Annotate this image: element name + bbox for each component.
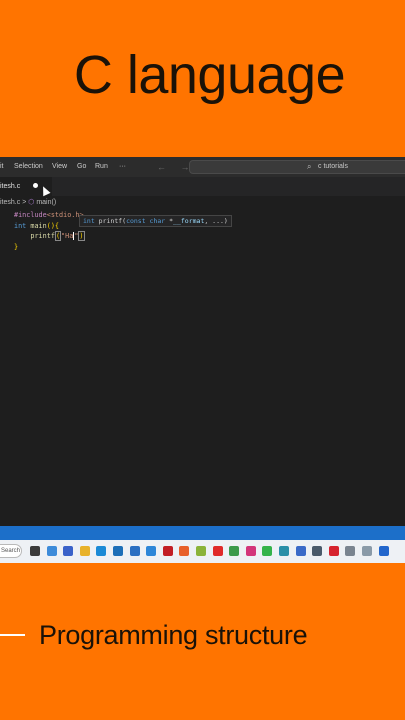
menu-go[interactable]: Go xyxy=(77,163,86,170)
menu-more[interactable]: ··· xyxy=(119,163,126,170)
search-text: c tutorials xyxy=(318,163,348,170)
hint-const: const xyxy=(126,217,146,225)
menu-run[interactable]: Run xyxy=(95,163,108,170)
mcafee-icon[interactable] xyxy=(162,546,173,556)
breadcrumb-symbol[interactable]: main() xyxy=(36,199,56,206)
firefox-icon[interactable] xyxy=(179,546,190,556)
camera-icon[interactable] xyxy=(312,546,323,556)
pin-icon[interactable] xyxy=(362,546,372,556)
youtube-icon[interactable] xyxy=(212,546,223,556)
closing-brace: } xyxy=(14,242,19,251)
breadcrumb-separator: > xyxy=(22,199,27,206)
code-line-2: int main(){ xyxy=(14,221,85,232)
opera-icon[interactable] xyxy=(328,546,339,556)
breadcrumb-file[interactable]: itesh.c xyxy=(0,199,20,206)
menu-selection[interactable]: Selection xyxy=(14,163,43,170)
app-teal-icon[interactable] xyxy=(279,546,289,556)
hint-fn: printf( xyxy=(94,217,127,225)
include-header: <stdio. xyxy=(46,211,76,219)
store-icon[interactable] xyxy=(129,546,140,556)
menu-bar: it Selection View Go Run ··· ← → ⌕ c tut… xyxy=(0,157,405,177)
instagram-icon[interactable] xyxy=(245,546,256,556)
app-blue-icon[interactable] xyxy=(295,546,306,556)
function-name-main: main xyxy=(26,221,47,230)
hint-char: char xyxy=(145,217,166,225)
hint-int: int xyxy=(83,217,95,225)
function-call-printf: printf xyxy=(30,232,55,240)
subtitle-dash xyxy=(0,634,25,636)
symbol-method-icon: ⬡ xyxy=(28,199,35,206)
edge-icon[interactable] xyxy=(96,546,107,556)
main-brackets: (){ xyxy=(46,221,60,230)
video-overlay-title: C language xyxy=(73,45,346,105)
code-editor[interactable]: #include<stdio.h> int main(){ printf("Ha… xyxy=(14,210,85,252)
menu-edit[interactable]: it xyxy=(0,163,4,170)
code-line-3: printf("Ha") xyxy=(14,231,85,242)
taskbar-search[interactable]: Search xyxy=(0,544,22,558)
vscode-icon[interactable] xyxy=(113,546,123,556)
windows-taskbar: Search xyxy=(0,540,405,563)
notes-icon[interactable] xyxy=(196,546,206,556)
app-blue2-icon[interactable] xyxy=(378,546,389,556)
code-line-1: #include<stdio.h> xyxy=(14,210,85,221)
video-overlay-subtitle: Programming structure xyxy=(39,620,308,650)
mail-icon[interactable] xyxy=(146,546,157,556)
hint-rest: , ...) xyxy=(204,217,228,225)
folder-icon[interactable] xyxy=(79,546,90,556)
tab-bar: itesh.c xyxy=(0,177,405,196)
chat-icon[interactable] xyxy=(63,546,74,556)
preprocessor-keyword: #include xyxy=(14,211,47,219)
hint-param: __format xyxy=(173,217,205,225)
weather-icon[interactable] xyxy=(46,546,57,556)
file-explorer-icon[interactable] xyxy=(30,546,40,556)
desktop-strip xyxy=(0,526,405,540)
paren-close: ) xyxy=(78,231,85,241)
code-line-4: } xyxy=(14,242,85,253)
tab-filename: itesh.c xyxy=(0,183,21,190)
unsaved-dot-icon[interactable] xyxy=(33,183,38,188)
type-keyword: int xyxy=(14,221,27,230)
app-grey-icon[interactable] xyxy=(345,546,356,556)
breadcrumb: itesh.c > ⬡ main() xyxy=(0,198,56,206)
taskbar-search-label: Search xyxy=(1,548,21,554)
whatsapp-icon[interactable] xyxy=(262,546,273,556)
hint-star: * xyxy=(165,217,174,225)
vscode-window: it Selection View Go Run ··· ← → ⌕ c tut… xyxy=(0,157,405,563)
parameter-hint-popup: int printf(const char *__format, ...) xyxy=(79,215,232,227)
chrome-icon[interactable] xyxy=(229,546,240,556)
search-icon: ⌕ xyxy=(307,162,312,171)
command-center-search[interactable]: ⌕ c tutorials xyxy=(189,160,405,174)
menu-view[interactable]: View xyxy=(52,163,67,170)
string-literal: "Ha xyxy=(61,232,74,240)
